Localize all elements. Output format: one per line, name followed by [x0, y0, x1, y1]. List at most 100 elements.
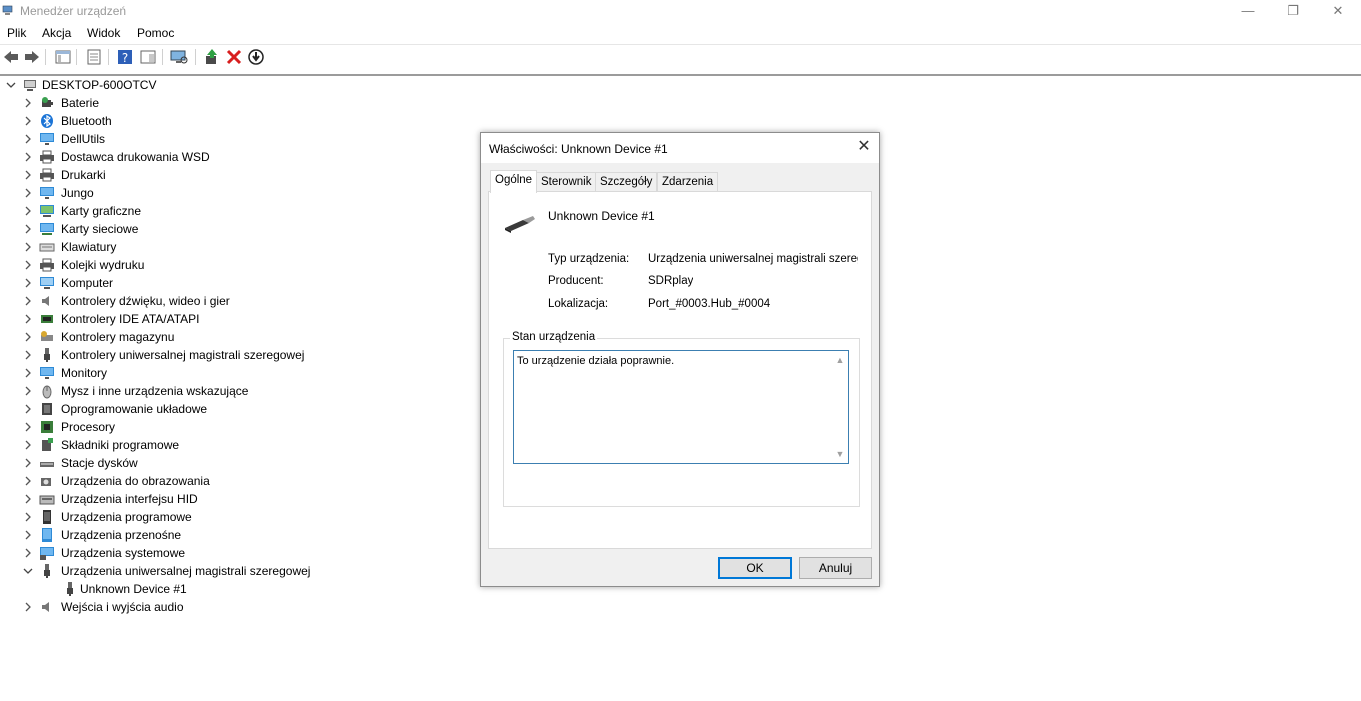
chevron-right-icon[interactable]: [22, 148, 34, 166]
chevron-right-icon[interactable]: [22, 292, 34, 310]
show-hide-console-tree-icon[interactable]: [54, 48, 72, 66]
monitor-icon: [40, 187, 54, 199]
chevron-right-icon[interactable]: [22, 454, 34, 472]
tree-item-label: Urządzenia programowe: [61, 510, 192, 524]
monitor-icon: [40, 367, 54, 379]
chevron-right-icon[interactable]: [22, 472, 34, 490]
tab-zdarzenia[interactable]: Zdarzenia: [657, 172, 719, 192]
tree-item-label: Urządzenia do obrazowania: [61, 474, 210, 488]
tree-item-label: Kontrolery magazynu: [61, 330, 175, 344]
menu-widok[interactable]: Widok: [87, 26, 120, 40]
tab-sterownik[interactable]: Sterownik: [536, 172, 597, 192]
processor-icon: [41, 421, 53, 433]
disable-device-icon[interactable]: [247, 48, 265, 66]
tree-item-label: Jungo: [61, 186, 94, 200]
forward-icon[interactable]: [23, 48, 41, 66]
printer-icon: [40, 168, 54, 182]
chevron-right-icon[interactable]: [22, 436, 34, 454]
dialog-title-bar: Właściwości: Unknown Device #1 ✕: [481, 133, 879, 163]
chevron-down-icon[interactable]: [22, 562, 34, 580]
chevron-right-icon[interactable]: [22, 130, 34, 148]
tree-item-label: Unknown Device #1: [80, 582, 187, 596]
chevron-right-icon[interactable]: [22, 526, 34, 544]
scroll-up-icon[interactable]: ▲: [834, 354, 846, 366]
properties-icon[interactable]: [85, 48, 103, 66]
speaker-icon: [42, 602, 49, 612]
chevron-right-icon[interactable]: [22, 418, 34, 436]
device-manager-icon: [2, 5, 13, 15]
update-driver-icon[interactable]: [203, 48, 221, 66]
chevron-right-icon[interactable]: [22, 184, 34, 202]
chevron-right-icon[interactable]: [22, 490, 34, 508]
chevron-right-icon[interactable]: [22, 220, 34, 238]
speaker-icon: [42, 296, 49, 306]
ide-icon: [41, 315, 53, 323]
scroll-down-icon[interactable]: ▼: [834, 448, 846, 460]
back-icon[interactable]: [2, 48, 20, 66]
chevron-right-icon[interactable]: [22, 544, 34, 562]
chevron-right-icon[interactable]: [22, 400, 34, 418]
usb-device-icon: [505, 216, 535, 233]
chevron-down-icon[interactable]: [5, 76, 17, 94]
dialog-close-icon[interactable]: ✕: [855, 138, 873, 156]
device-status-text: To urządzenie działa poprawnie.: [517, 355, 675, 367]
device-status-label: Stan urządzenia: [510, 331, 598, 343]
tree-item-label: Kolejki wydruku: [61, 258, 145, 272]
chevron-right-icon[interactable]: [22, 310, 34, 328]
general-tab-panel: Unknown Device #1 Typ urządzenia: Urządz…: [488, 191, 872, 549]
chevron-right-icon[interactable]: [22, 238, 34, 256]
tree-item-label: Urządzenia interfejsu HID: [61, 492, 198, 506]
hid-icon: [39, 495, 55, 505]
help-icon[interactable]: ?: [116, 48, 134, 66]
disk-drive-icon: [40, 462, 54, 467]
manufacturer-label: Producent:: [548, 275, 604, 287]
tree-item-label: Składniki programowe: [61, 438, 180, 452]
chevron-right-icon[interactable]: [22, 328, 34, 346]
software-component-icon: [42, 438, 53, 451]
ok-button[interactable]: OK: [718, 557, 792, 579]
tree-item-label: Kontrolery IDE ATA/ATAPI: [61, 312, 200, 326]
chevron-right-icon[interactable]: [22, 508, 34, 526]
svg-text:?: ?: [122, 51, 128, 65]
firmware-icon: [42, 403, 52, 415]
keyboard-icon: [39, 243, 55, 252]
device-status-textbox[interactable]: To urządzenie działa poprawnie. ▲ ▼: [513, 350, 849, 464]
tree-item-label: Karty graficzne: [61, 204, 142, 218]
chevron-right-icon[interactable]: [22, 364, 34, 382]
close-button[interactable]: ✕: [1315, 0, 1361, 22]
tree-item-label: Stacje dysków: [61, 456, 138, 470]
chevron-right-icon[interactable]: [22, 274, 34, 292]
tab-szczegoly[interactable]: Szczegóły: [595, 172, 658, 192]
cancel-button[interactable]: Anuluj: [799, 557, 872, 579]
toolbar-separator: [162, 49, 163, 65]
system-icon: [40, 547, 54, 560]
scan-hardware-icon[interactable]: [170, 48, 188, 66]
restore-button[interactable]: ❐: [1270, 0, 1316, 22]
manufacturer-value: SDRplay: [648, 275, 694, 287]
chevron-right-icon[interactable]: [22, 382, 34, 400]
chevron-right-icon[interactable]: [22, 202, 34, 220]
chevron-right-icon[interactable]: [22, 346, 34, 364]
chevron-right-icon[interactable]: [22, 598, 34, 616]
minimize-button[interactable]: —: [1225, 0, 1271, 22]
action-pane-icon[interactable]: [139, 48, 157, 66]
tab-ogolne[interactable]: Ogólne: [490, 170, 538, 193]
storage-icon: [41, 331, 53, 341]
tree-item-label: Monitory: [61, 366, 108, 380]
dialog-title: Właściwości: Unknown Device #1: [489, 142, 668, 156]
chevron-right-icon[interactable]: [22, 112, 34, 130]
toolbar-separator: [76, 49, 77, 65]
tree-item-label: Mysz i inne urządzenia wskazujące: [61, 384, 249, 398]
usb-icon: [44, 348, 50, 362]
menu-akcja[interactable]: Akcja: [42, 26, 71, 40]
computer-icon: [40, 277, 54, 289]
tree-item-label: Klawiatury: [61, 240, 117, 254]
menu-plik[interactable]: Plik: [7, 26, 26, 40]
chevron-right-icon[interactable]: [22, 94, 34, 112]
toolbar-separator: [45, 49, 46, 65]
chevron-right-icon[interactable]: [22, 166, 34, 184]
menu-pomoc[interactable]: Pomoc: [137, 26, 174, 40]
camera-icon: [41, 478, 51, 486]
chevron-right-icon[interactable]: [22, 256, 34, 274]
uninstall-icon[interactable]: [225, 48, 243, 66]
